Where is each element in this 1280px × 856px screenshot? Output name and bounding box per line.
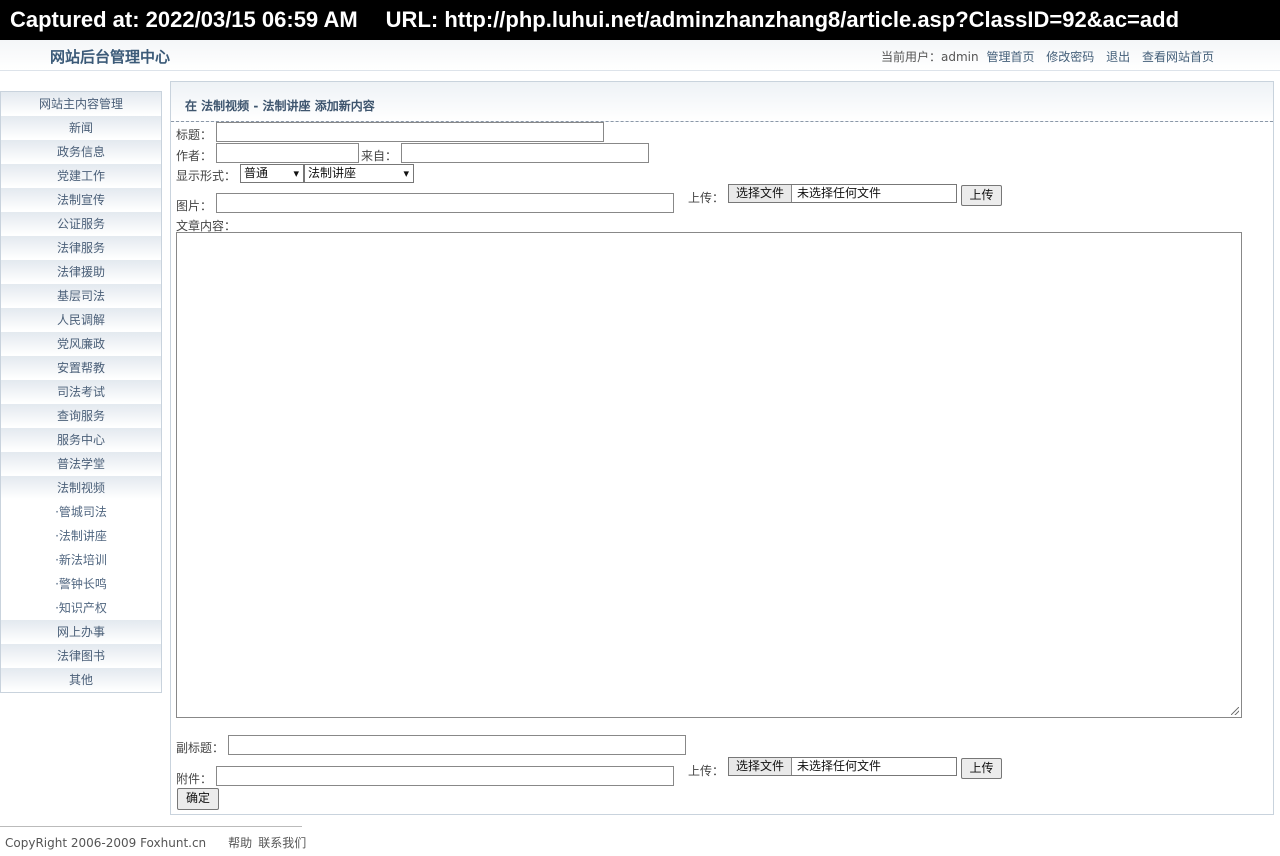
submit-button[interactable]: 确定	[177, 788, 219, 810]
image-input[interactable]	[216, 193, 674, 213]
attachment-input[interactable]	[216, 766, 674, 786]
capture-banner: Captured at: 2022/03/15 06:59 AM URL: htt…	[0, 0, 1280, 40]
sidebar-item-resettlement[interactable]: 安置帮教	[1, 356, 161, 380]
sidebar-subitem-new-law-training[interactable]: ·新法培训	[1, 548, 161, 572]
current-user: 当前用户：admin	[881, 50, 979, 64]
upload-attachment-button[interactable]: 上传	[961, 758, 1002, 779]
page-header: 网站后台管理中心 当前用户：admin 管理首页 修改密码 退出 查看网站首页	[0, 40, 1280, 71]
capture-url: URL: http://php.luhui.net/adminzhanzhang…	[385, 7, 1180, 32]
sidebar-item-query-service[interactable]: 查询服务	[1, 404, 161, 428]
admin-home-link[interactable]: 管理首页	[986, 50, 1034, 64]
image-label: 图片：	[176, 199, 213, 213]
subtitle-input[interactable]	[228, 735, 686, 755]
form-heading-bar: 在 法制视频 - 法制讲座 添加新内容	[171, 82, 1273, 122]
image-file-picker[interactable]: 选择文件 未选择任何文件	[728, 184, 957, 203]
source-label: 来自：	[361, 149, 398, 163]
sidebar-subitem-guancheng[interactable]: ·管城司法	[1, 500, 161, 524]
author-label: 作者：	[176, 149, 213, 163]
sidebar-item-grassroots-justice[interactable]: 基层司法	[1, 284, 161, 308]
display-label: 显示形式：	[176, 169, 237, 183]
sidebar-heading: 网站主内容管理	[1, 92, 161, 116]
sidebar-subitem-warning[interactable]: ·警钟长鸣	[1, 572, 161, 596]
main-panel: 在 法制视频 - 法制讲座 添加新内容 标题： 作者： 来自： 显示形式： 普通…	[170, 81, 1274, 815]
sidebar-item-law-school[interactable]: 普法学堂	[1, 452, 161, 476]
title-input[interactable]	[216, 122, 604, 142]
help-link[interactable]: 帮助	[228, 836, 252, 850]
sidebar-item-mediation[interactable]: 人民调解	[1, 308, 161, 332]
site-title: 网站后台管理中心	[50, 48, 171, 66]
attachment-file-picker[interactable]: 选择文件 未选择任何文件	[728, 757, 957, 776]
sidebar-item-government-info[interactable]: 政务信息	[1, 140, 161, 164]
author-input[interactable]	[216, 143, 359, 163]
copyright-text: CopyRight 2006-2009 Foxhunt.cn	[5, 836, 207, 850]
no-file-text: 未选择任何文件	[797, 186, 882, 200]
choose-file-button[interactable]: 选择文件	[729, 185, 793, 202]
sidebar-subitem-lecture[interactable]: ·法制讲座	[1, 524, 161, 548]
no-attachment-text: 未选择任何文件	[797, 759, 882, 773]
form-heading: 在 法制视频 - 法制讲座 添加新内容	[185, 99, 375, 113]
sidebar-item-party-building[interactable]: 党建工作	[1, 164, 161, 188]
attachment-label: 附件：	[176, 772, 213, 786]
subtitle-label: 副标题：	[176, 741, 225, 755]
change-password-link[interactable]: 修改密码	[1046, 50, 1094, 64]
sidebar-item-notary[interactable]: 公证服务	[1, 212, 161, 236]
sidebar-item-service-center[interactable]: 服务中心	[1, 428, 161, 452]
view-site-link[interactable]: 查看网站首页	[1142, 50, 1214, 64]
sidebar-item-online-service[interactable]: 网上办事	[1, 620, 161, 644]
logout-link[interactable]: 退出	[1106, 50, 1130, 64]
source-input[interactable]	[401, 143, 649, 163]
title-label: 标题：	[176, 128, 213, 142]
sidebar: 网站主内容管理 新闻 政务信息 党建工作 法制宣传 公证服务 法律服务 法律援助…	[0, 91, 162, 693]
header-nav: 当前用户：admin 管理首页 修改密码 退出 查看网站首页	[875, 48, 1214, 65]
sidebar-item-legal-video[interactable]: 法制视频	[1, 476, 161, 500]
sidebar-item-judicial-exam[interactable]: 司法考试	[1, 380, 161, 404]
capture-time: Captured at: 2022/03/15 06:59 AM	[10, 7, 358, 32]
display-select[interactable]: 普通	[240, 164, 304, 183]
sidebar-item-legal-publicity[interactable]: 法制宣传	[1, 188, 161, 212]
sidebar-item-legal-aid[interactable]: 法律援助	[1, 260, 161, 284]
content-textarea[interactable]	[176, 232, 1242, 718]
footer-divider	[0, 826, 302, 827]
contact-link[interactable]: 联系我们	[258, 836, 306, 850]
sidebar-item-legal-service[interactable]: 法律服务	[1, 236, 161, 260]
category-select[interactable]: 法制讲座	[304, 164, 414, 183]
resize-grip-icon[interactable]	[1231, 707, 1239, 715]
sidebar-subitem-ip[interactable]: ·知识产权	[1, 596, 161, 620]
sidebar-item-other[interactable]: 其他	[1, 668, 161, 692]
upload-image-button[interactable]: 上传	[961, 185, 1002, 206]
upload-attachment-label: 上传：	[688, 764, 725, 778]
upload-label: 上传：	[688, 191, 725, 205]
choose-attachment-button[interactable]: 选择文件	[729, 758, 793, 775]
sidebar-item-integrity[interactable]: 党风廉政	[1, 332, 161, 356]
footer: CopyRight 2006-2009 Foxhunt.cn 帮助 联系我们	[5, 834, 306, 851]
sidebar-item-law-books[interactable]: 法律图书	[1, 644, 161, 668]
sidebar-item-news[interactable]: 新闻	[1, 116, 161, 140]
